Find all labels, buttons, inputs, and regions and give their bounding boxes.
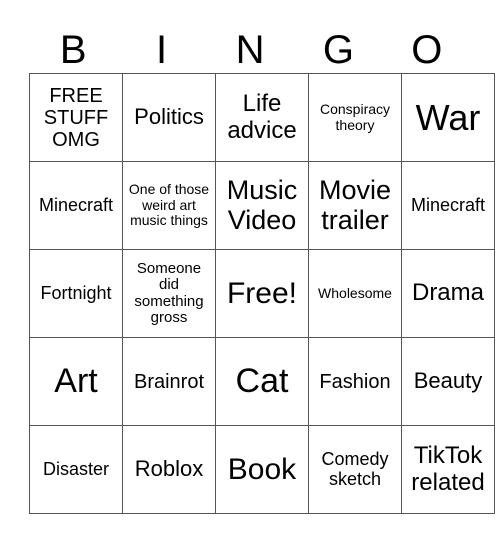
header-letter-o: O <box>411 28 443 72</box>
bingo-cell[interactable]: Wholesome <box>308 249 402 338</box>
bingo-cell[interactable]: Beauty <box>401 337 495 426</box>
grid-row: Minecraft One of those weird art music t… <box>29 161 495 250</box>
bingo-cell[interactable]: Fashion <box>308 337 402 426</box>
bingo-cell[interactable]: Music Video <box>215 161 309 250</box>
grid-row: Art Brainrot Cat Fashion Beauty <box>29 337 495 426</box>
bingo-cell[interactable]: TikTok related <box>401 425 495 514</box>
bingo-cell[interactable]: Comedy sketch <box>308 425 402 514</box>
bingo-cell[interactable]: Disaster <box>29 425 123 514</box>
bingo-cell[interactable]: Roblox <box>122 425 216 514</box>
header-letter-b: B <box>59 28 87 72</box>
bingo-cell[interactable]: Art <box>29 337 123 426</box>
bingo-cell[interactable]: Drama <box>401 249 495 338</box>
header-letter-n: N <box>235 28 265 72</box>
bingo-cell[interactable]: Movie trailer <box>308 161 402 250</box>
bingo-cell[interactable]: FREE STUFF OMG <box>29 73 123 162</box>
bingo-cell[interactable]: Someone did something gross <box>122 249 216 338</box>
grid-row: Disaster Roblox Book Comedy sketch TikTo… <box>29 425 495 514</box>
bingo-cell[interactable]: Brainrot <box>122 337 216 426</box>
bingo-cell[interactable]: Conspiracy theory <box>308 73 402 162</box>
header-letter-i: I <box>156 28 168 72</box>
bingo-cell[interactable]: Life advice <box>215 73 309 162</box>
grid-row: FREE STUFF OMG Politics Life advice Cons… <box>29 73 495 162</box>
bingo-cell[interactable]: Minecraft <box>29 161 123 250</box>
bingo-cell[interactable]: Minecraft <box>401 161 495 250</box>
bingo-cell[interactable]: Free! <box>215 249 309 338</box>
bingo-header: B I N G O <box>29 28 471 72</box>
header-letter-g: G <box>322 28 354 72</box>
bingo-cell[interactable]: War <box>401 73 495 162</box>
bingo-cell[interactable]: Book <box>215 425 309 514</box>
bingo-cell[interactable]: Politics <box>122 73 216 162</box>
bingo-cell[interactable]: Fortnight <box>29 249 123 338</box>
bingo-cell[interactable]: Cat <box>215 337 309 426</box>
bingo-cell[interactable]: One of those weird art music things <box>122 161 216 250</box>
grid-row: Fortnight Someone did something gross Fr… <box>29 249 495 338</box>
bingo-grid: FREE STUFF OMG Politics Life advice Cons… <box>29 73 495 514</box>
